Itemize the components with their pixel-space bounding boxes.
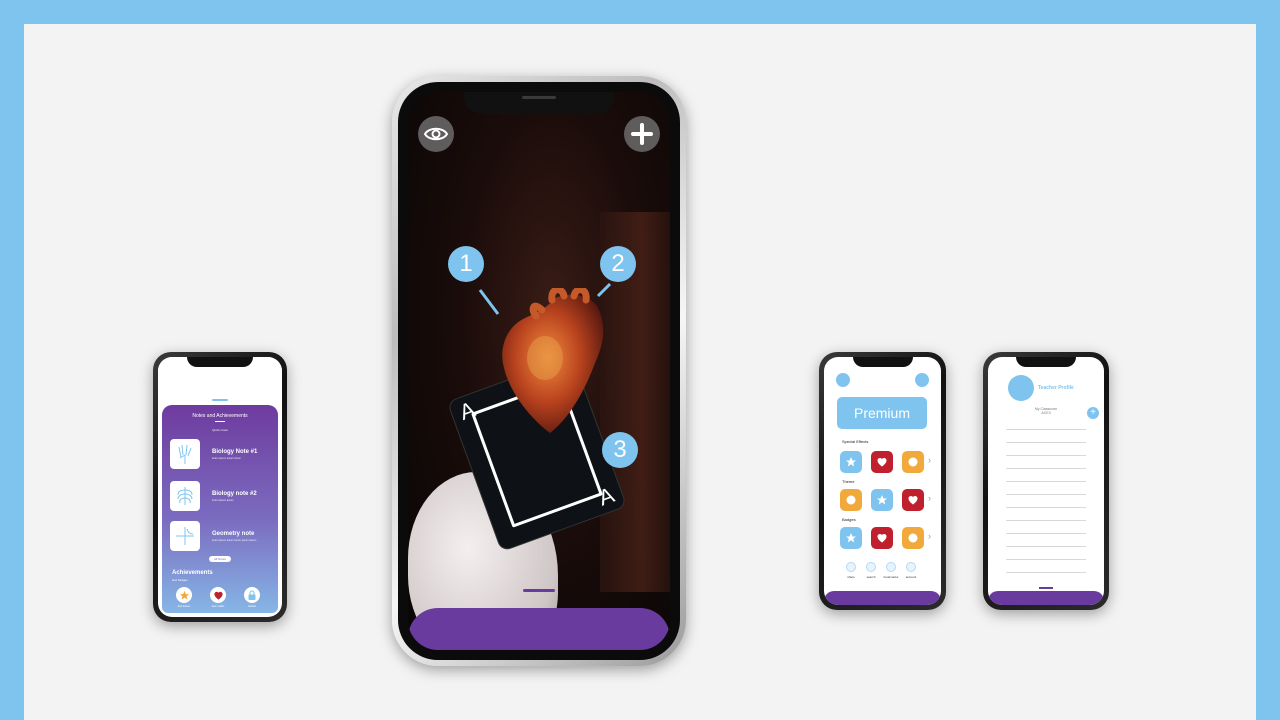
bottom-sheet[interactable] xyxy=(408,608,670,650)
list-line xyxy=(1006,455,1086,456)
classroom-code: ACE3 xyxy=(1041,411,1051,415)
drag-handle[interactable] xyxy=(523,589,555,592)
phone-notch xyxy=(852,357,913,367)
hand-xray-icon xyxy=(170,439,200,469)
note-title: Geometry note xyxy=(212,530,255,537)
note-desc: lorem ipsum ipsum xyxy=(212,498,234,502)
phone-notch xyxy=(187,357,253,367)
star-icon[interactable] xyxy=(871,489,893,511)
phone-premium: Premium Special Effects › Theme › Badges… xyxy=(819,352,946,610)
callout-marker[interactable]: 3 xyxy=(602,432,638,468)
drag-handle[interactable] xyxy=(212,399,228,401)
heart-icon[interactable] xyxy=(210,587,226,603)
list-line xyxy=(1006,533,1086,534)
search-icon[interactable] xyxy=(866,562,876,572)
list-line xyxy=(1006,429,1086,430)
note-desc: lorem ipsum ipsum lorem ipsum ipsum xyxy=(212,538,257,542)
star-icon[interactable] xyxy=(840,451,862,473)
account-icon[interactable] xyxy=(906,562,916,572)
section-label: Special Effects xyxy=(842,439,869,444)
circle-icon[interactable] xyxy=(902,527,924,549)
list-line xyxy=(1006,481,1086,482)
phone-notch xyxy=(464,92,614,114)
list-line xyxy=(1006,442,1086,443)
notes-screen: Notes and Achievements Quick notes Biolo… xyxy=(158,357,282,617)
list-line xyxy=(1006,572,1086,573)
callout-marker[interactable]: 1 xyxy=(448,246,484,282)
note-title: Biology Note #1 xyxy=(212,448,258,455)
profile-title: Teacher Profile xyxy=(1038,385,1074,391)
phone-teacher: Teacher Profile My Classroom ACE3 + xyxy=(983,352,1109,610)
nav-label: share xyxy=(847,575,855,579)
note-desc: lorem ipsum ipsum lorem xyxy=(212,456,241,460)
list-line xyxy=(1006,546,1086,547)
bookmark-icon[interactable] xyxy=(886,562,896,572)
note-item[interactable]: Geometry note lorem ipsum ipsum lorem ip… xyxy=(170,521,272,551)
callout-lines xyxy=(478,282,612,315)
star-icon[interactable] xyxy=(840,527,862,549)
list-line xyxy=(1006,559,1086,560)
star-icon[interactable] xyxy=(176,587,192,603)
title-divider xyxy=(215,421,225,422)
bottom-bar[interactable] xyxy=(988,591,1104,605)
ar-screen: A A 1 2 3 xyxy=(408,92,670,650)
note-item[interactable]: Biology note #2 lorem ipsum ipsum xyxy=(170,481,272,511)
share-icon[interactable] xyxy=(846,562,856,572)
circle-icon[interactable] xyxy=(902,451,924,473)
nav-label: bookmarks xyxy=(883,575,899,579)
graph-icon xyxy=(170,521,200,551)
premium-button[interactable]: Premium xyxy=(837,397,927,429)
list-line xyxy=(1006,468,1086,469)
phone-ar: A A 1 2 3 xyxy=(392,76,686,666)
nav-label: account xyxy=(905,575,917,579)
heart-icon[interactable] xyxy=(871,527,893,549)
achievements-subheading: and badges xyxy=(172,578,188,582)
add-icon[interactable]: + xyxy=(1087,407,1099,419)
heart-icon[interactable] xyxy=(871,451,893,473)
note-title: Biology note #2 xyxy=(212,490,257,497)
all-notes-button[interactable]: All Notes xyxy=(208,556,232,562)
notes-panel: Notes and Achievements Quick notes Biolo… xyxy=(162,405,278,613)
ribcage-icon xyxy=(170,481,200,511)
phone-notch xyxy=(1016,357,1076,367)
section-label: Badges xyxy=(842,517,856,522)
premium-screen: Premium Special Effects › Theme › Badges… xyxy=(824,357,941,605)
panel-title: Notes and Achievements xyxy=(192,413,248,419)
phone-notes: Notes and Achievements Quick notes Biolo… xyxy=(153,352,287,622)
chevron-right-icon[interactable]: › xyxy=(928,493,931,503)
section-label: Theme xyxy=(842,479,855,484)
badge-label: first lesson xyxy=(177,605,191,608)
chevron-right-icon[interactable]: › xyxy=(928,455,931,465)
lock-icon[interactable] xyxy=(244,587,260,603)
list-line xyxy=(1006,507,1086,508)
list-line xyxy=(1006,494,1086,495)
note-item[interactable]: Biology Note #1 lorem ipsum ipsum lorem xyxy=(170,439,272,469)
profile-icon[interactable] xyxy=(915,373,929,387)
avatar-icon[interactable] xyxy=(1008,375,1034,401)
chevron-right-icon[interactable]: › xyxy=(928,531,931,541)
teacher-screen: Teacher Profile My Classroom ACE3 + xyxy=(988,357,1104,605)
list-line xyxy=(1006,520,1086,521)
callout-marker[interactable]: 2 xyxy=(600,246,636,282)
badge-label: locked xyxy=(248,605,256,608)
heart-icon[interactable] xyxy=(902,489,924,511)
circle-icon[interactable] xyxy=(840,489,862,511)
panel-subtitle: Quick notes xyxy=(212,428,228,432)
bottom-bar[interactable] xyxy=(824,591,941,605)
badge-label: love maths xyxy=(211,605,225,608)
drag-handle[interactable] xyxy=(1039,587,1053,589)
achievements-heading: Achievements xyxy=(172,570,213,576)
logo-icon[interactable] xyxy=(836,373,850,387)
nav-label: search xyxy=(866,575,876,579)
